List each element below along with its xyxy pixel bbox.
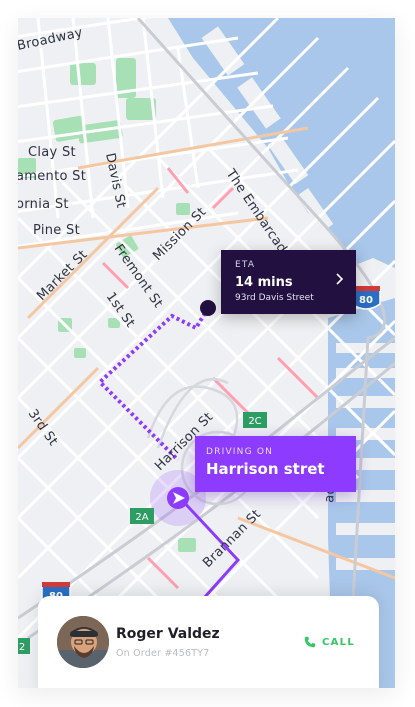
destination-dot-icon [200,300,216,316]
city-map[interactable]: Broadway Clay St amento St ornia St Pine… [18,18,395,688]
app-screen: Broadway Clay St amento St ornia St Pine… [18,18,395,688]
call-button[interactable]: CALL [304,633,355,651]
street-label-sacramento: amento St [18,169,86,184]
driver-panel: Roger Valdez On Order #456TY7 CALL [38,596,379,688]
highway-80-top: 80 [351,286,381,310]
avatar[interactable] [57,616,109,668]
street-label-clay: Clay St [28,145,76,160]
current-street: Harrison stret [206,460,325,478]
phone-icon [304,636,316,648]
street-label-pine: Pine St [33,223,80,238]
chevron-right-icon[interactable] [335,273,344,285]
driver-name: Roger Valdez [116,626,220,642]
call-label: CALL [322,636,356,648]
street-label-california: ornia St [18,197,69,212]
eta-label: ETA [235,260,256,270]
svg-text:80: 80 [359,295,373,306]
order-number: On Order #456TY7 [116,648,210,659]
exit-badge-2a: 2A [130,508,154,524]
svg-text:2: 2 [19,642,25,653]
svg-text:2A: 2A [135,512,148,523]
driving-on-label: DRIVING ON [206,447,274,457]
exit-badge-2: 2 [18,638,30,654]
driving-on-card: DRIVING ON Harrison stret [195,436,356,492]
svg-text:2C: 2C [248,416,261,427]
exit-badge-2c: 2C [243,412,267,428]
eta-time: 14 mins [235,275,293,290]
eta-card[interactable]: ETA 14 mins 93rd Davis Street [221,250,356,314]
eta-address: 93rd Davis Street [235,293,314,303]
